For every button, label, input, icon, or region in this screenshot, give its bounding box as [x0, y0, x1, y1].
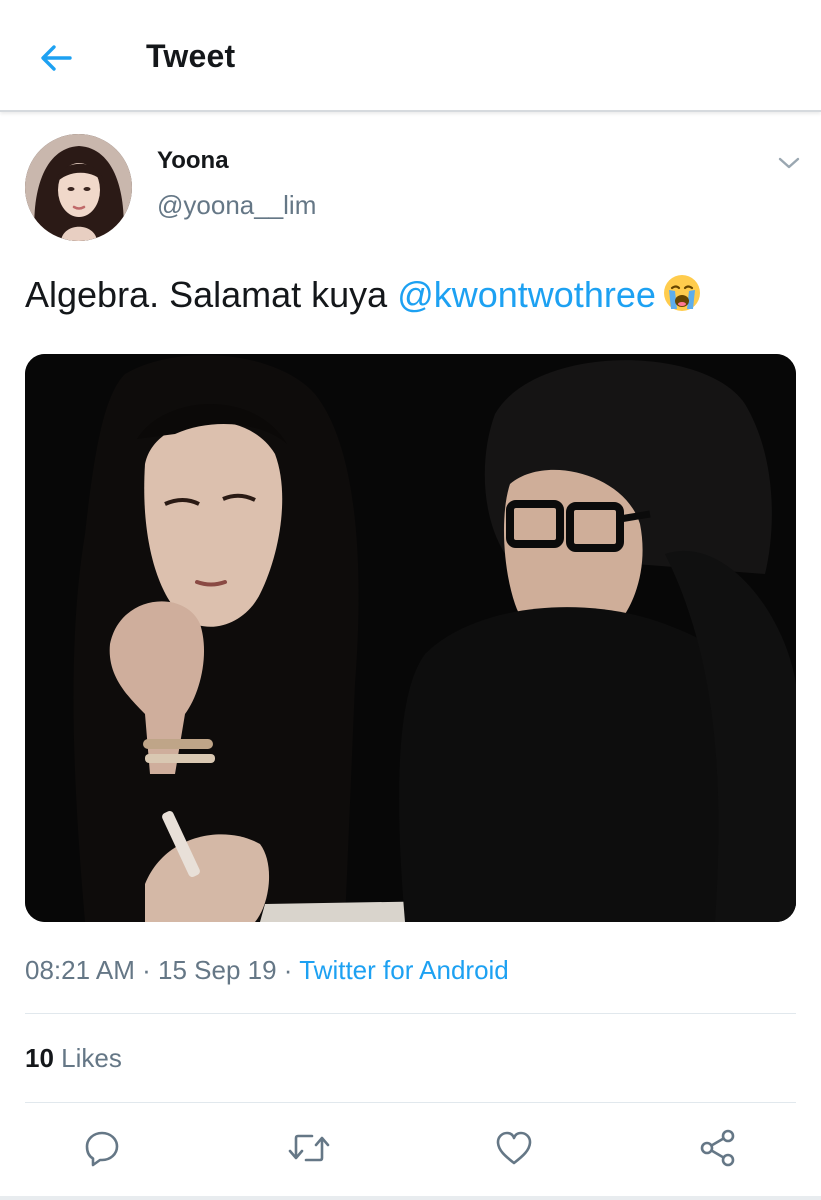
meta-separator: ·: [142, 955, 151, 985]
likes-label: Likes: [61, 1043, 122, 1073]
author-display-name[interactable]: Yoona: [157, 147, 229, 175]
reply-icon: [85, 1131, 119, 1167]
chevron-down-icon: [778, 157, 800, 169]
arrow-left-icon: [41, 45, 72, 71]
like-button[interactable]: [490, 1124, 538, 1172]
tweet-photo[interactable]: [25, 354, 796, 922]
tweet-text-body: Algebra. Salamat kuya: [25, 274, 398, 315]
top-app-bar: Tweet: [0, 0, 821, 112]
reply-button[interactable]: [78, 1124, 126, 1172]
author-handle[interactable]: @yoona__lim: [157, 190, 316, 221]
likes-count-link[interactable]: 10 Likes: [25, 1043, 122, 1074]
retweet-icon: [288, 1134, 330, 1162]
tweet-timestamp-line: 08:21 AM · 15 Sep 19 · Twitter for Andro…: [25, 955, 509, 986]
tweet-date: 15 Sep 19: [158, 955, 277, 985]
share-icon: [700, 1129, 735, 1167]
tweet-text: Algebra. Salamat kuya @kwontwothree: [25, 272, 805, 324]
back-button[interactable]: [34, 36, 78, 80]
tweet-source-link[interactable]: Twitter for Android: [299, 955, 509, 985]
photo-image: [25, 354, 796, 922]
tweet-time: 08:21 AM: [25, 955, 135, 985]
mention-link[interactable]: @kwontwothree: [397, 274, 656, 315]
heart-icon: [496, 1131, 532, 1165]
bottom-divider: [0, 1196, 821, 1200]
divider: [25, 1013, 796, 1014]
loudly-crying-face-icon: [662, 273, 702, 324]
page-title: Tweet: [146, 38, 236, 74]
divider: [25, 1102, 796, 1103]
tweet-options-button[interactable]: [772, 146, 806, 180]
avatar-image: [25, 134, 132, 241]
meta-separator: ·: [283, 955, 293, 985]
share-button[interactable]: [694, 1124, 742, 1172]
avatar[interactable]: [25, 134, 132, 241]
retweet-button[interactable]: [285, 1124, 333, 1172]
likes-count: 10: [25, 1043, 54, 1073]
